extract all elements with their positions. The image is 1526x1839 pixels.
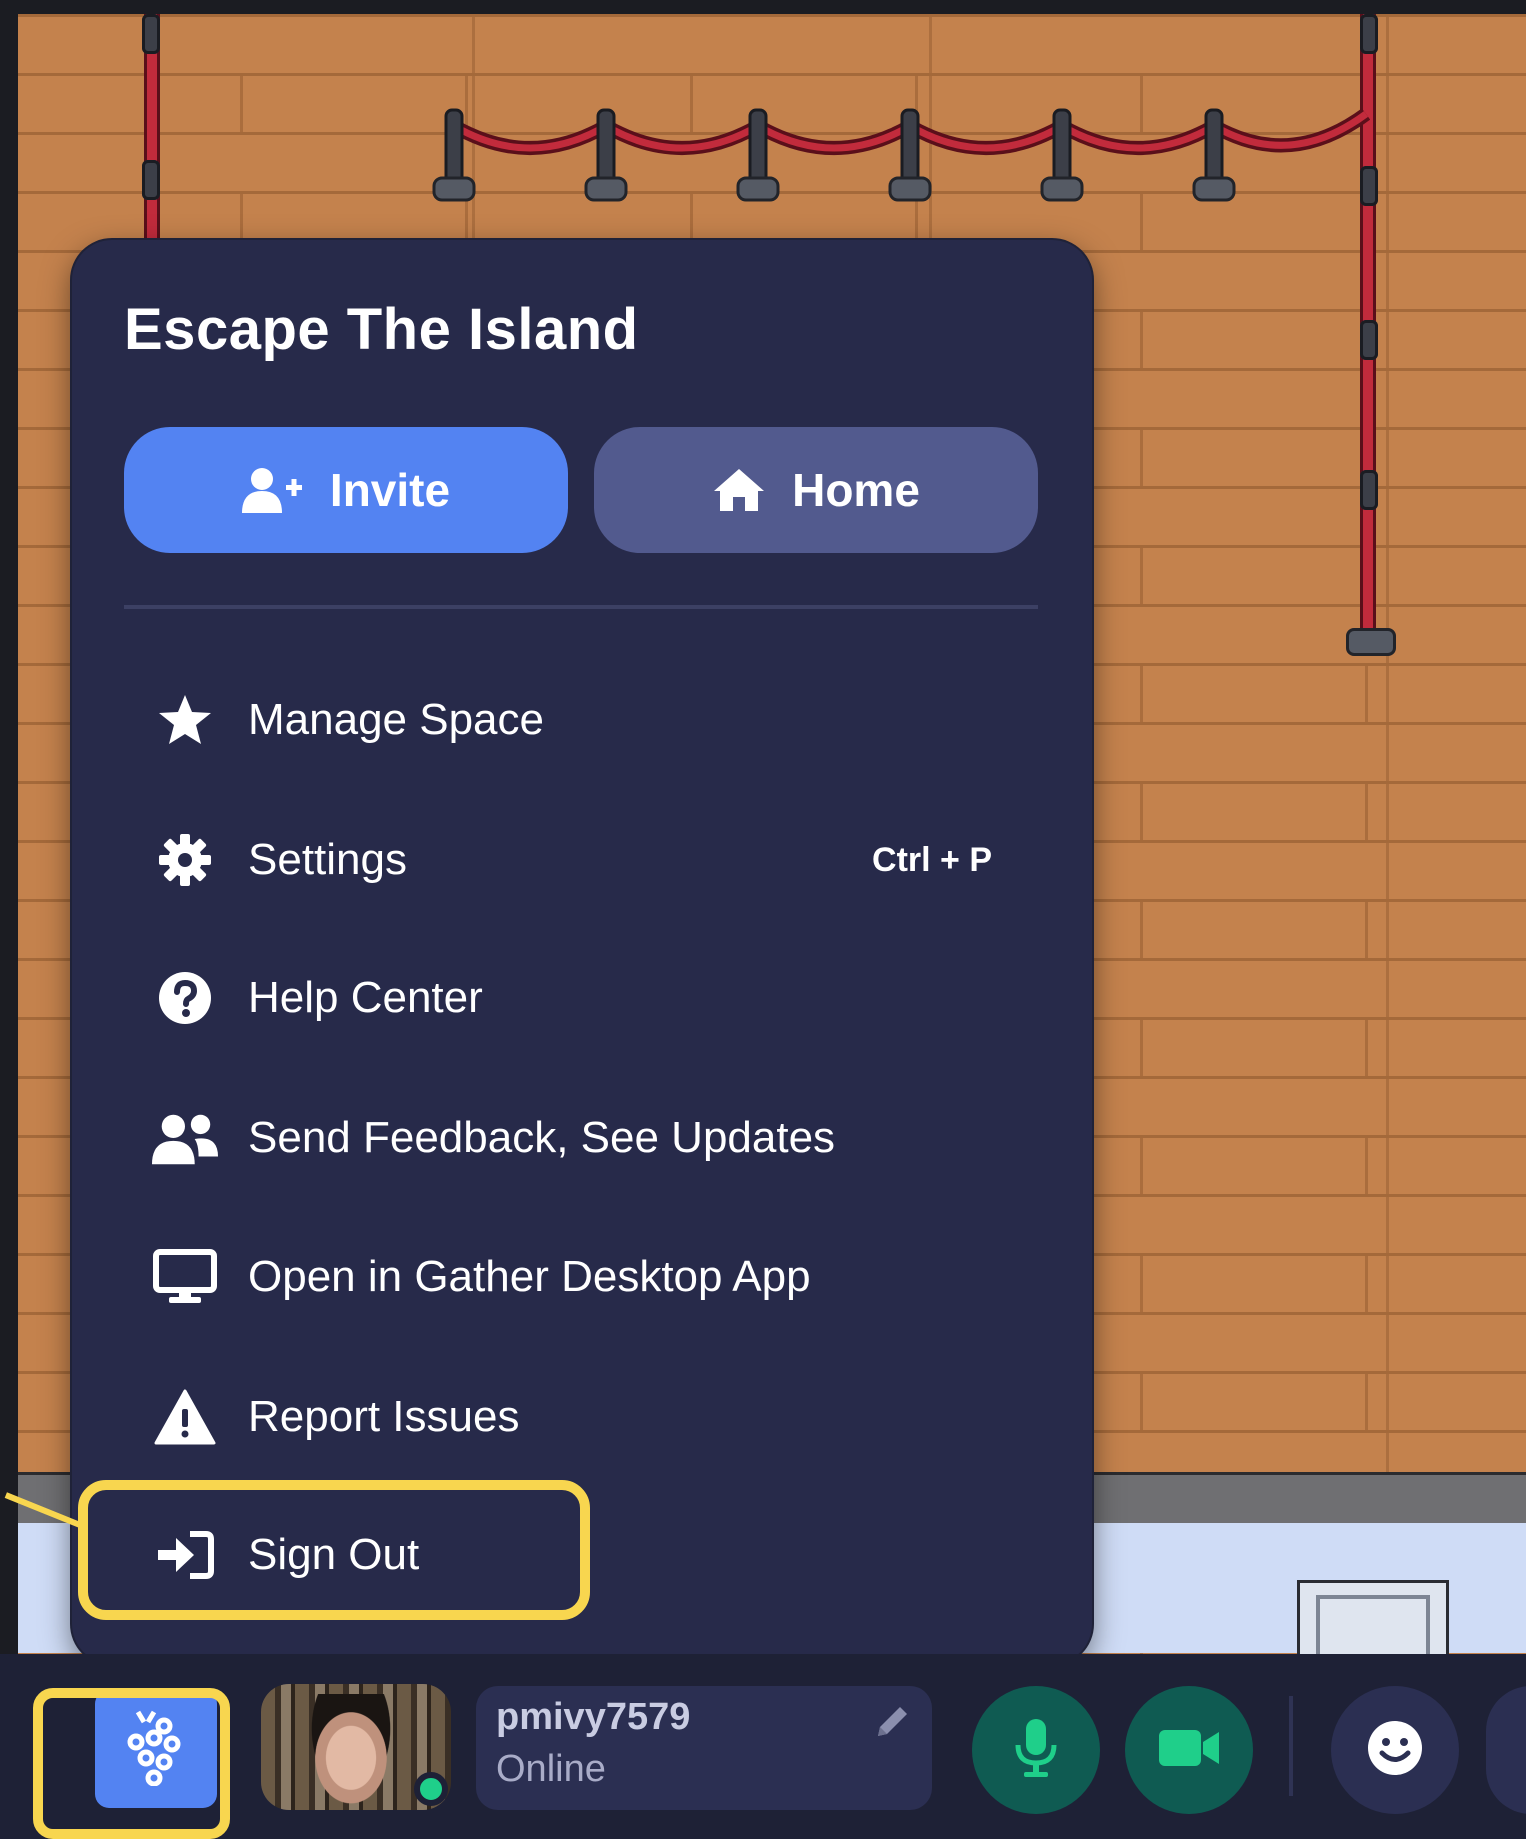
desktop-icon (152, 1244, 218, 1310)
emote-button[interactable] (1331, 1686, 1459, 1814)
microphone-icon (1014, 1717, 1058, 1784)
settings-shortcut: Ctrl + P (872, 840, 992, 879)
door (1297, 1580, 1449, 1660)
microphone-button[interactable] (972, 1686, 1100, 1814)
menu-item-open-desktop-app[interactable]: Open in Gather Desktop App (152, 1227, 1032, 1327)
user-status: Online (496, 1748, 606, 1790)
menu-item-report-issues[interactable]: Report Issues (152, 1367, 1032, 1467)
online-status-dot (414, 1772, 448, 1806)
user-face (301, 1694, 401, 1810)
menu-button-highlight (33, 1688, 230, 1839)
user-status-card[interactable]: pmivy7579 Online (476, 1686, 932, 1810)
sign-out-highlight (78, 1480, 590, 1620)
users-icon (152, 1105, 218, 1171)
menu-item-settings[interactable]: Settings Ctrl + P (152, 810, 1032, 910)
invite-label: Invite (329, 464, 451, 516)
menu-item-manage-space[interactable]: Manage Space (152, 670, 1032, 770)
gear-icon (152, 827, 218, 893)
rope-post (142, 14, 160, 54)
smiley-icon (1367, 1720, 1423, 1781)
user-name: pmivy7579 (496, 1696, 691, 1738)
camera-button[interactable] (1125, 1686, 1253, 1814)
warning-icon (152, 1384, 218, 1450)
home-icon (712, 467, 766, 513)
home-button[interactable]: Home (594, 427, 1038, 553)
menu-item-send-feedback[interactable]: Send Feedback, See Updates (152, 1088, 1032, 1188)
rope-post (142, 160, 160, 200)
rope-post (1360, 470, 1378, 510)
menu-item-help-center[interactable]: Help Center (152, 948, 1032, 1048)
space-menu-popup: Escape The Island Invite Home Manage Spa… (72, 240, 1092, 1664)
rope-base (1346, 628, 1396, 656)
invite-button[interactable]: Invite (124, 427, 568, 553)
space-title: Escape The Island (124, 297, 639, 362)
video-camera-icon (1157, 1728, 1221, 1773)
menu-divider (124, 605, 1038, 609)
home-label: Home (792, 464, 920, 516)
pencil-icon[interactable] (872, 1702, 912, 1747)
rope-post (1360, 14, 1378, 54)
user-plus-icon (241, 467, 304, 513)
question-circle-icon (152, 965, 218, 1031)
velvet-rope-horizontal (432, 108, 1370, 202)
rope-post (1360, 320, 1378, 360)
toolbar-separator (1289, 1696, 1293, 1796)
star-icon (152, 687, 218, 753)
